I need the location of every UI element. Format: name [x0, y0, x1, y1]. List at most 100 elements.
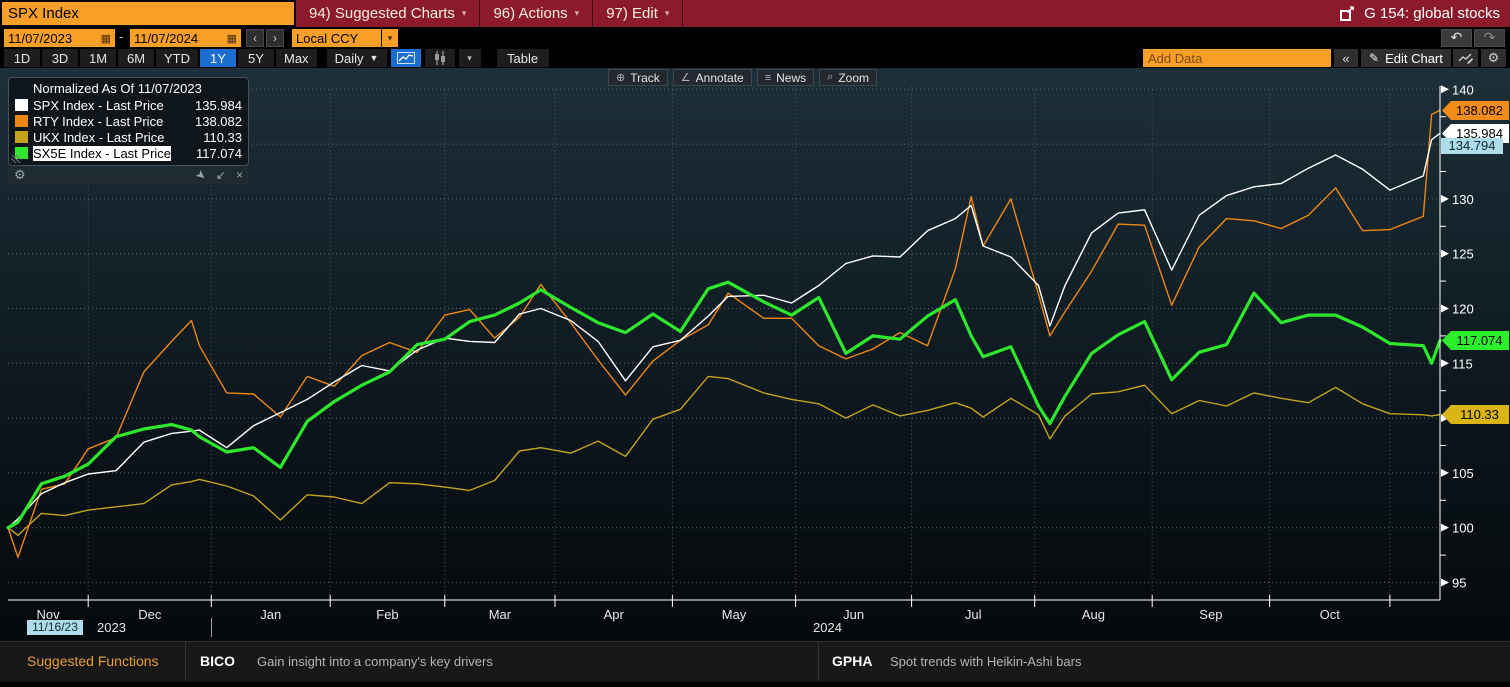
news-icon: ≡ [765, 72, 771, 84]
chart-type-dropdown-button[interactable]: ▾ [459, 49, 481, 67]
footer-function-desc[interactable]: Spot trends with Heikin-Ashi bars [890, 642, 1081, 681]
x-month-label: Mar [489, 607, 512, 622]
news-button[interactable]: ≡News [757, 69, 814, 86]
calendar-icon[interactable]: ▦ [227, 32, 237, 45]
price-badge-138.082: 138.082 [1442, 101, 1509, 120]
footer-function-code[interactable]: GPHA [832, 642, 872, 681]
y-tick-label: 100 [1452, 521, 1474, 536]
zoom-icon: ⌕ [827, 71, 833, 84]
y-tick-label: 95 [1452, 575, 1466, 590]
legend-minimize-icon[interactable]: ↙ [216, 168, 226, 182]
period-button-5y[interactable]: 5Y [238, 49, 274, 67]
candlestick-icon [433, 51, 447, 65]
price-badge-110.33: 110.33 [1442, 405, 1509, 424]
period-button-1y[interactable]: 1Y [200, 49, 236, 67]
zoom-button[interactable]: ⌕Zoom [819, 69, 877, 86]
y-tick-arrow [1441, 85, 1449, 93]
date-range-bar: 11/07/2023 ▦ - 11/07/2024 ▦ ‹ › Local CC… [0, 27, 1510, 48]
chart-edit-icon [1458, 52, 1473, 64]
prev-period-button[interactable]: ‹ [246, 29, 264, 47]
legend-item-ukx[interactable]: UKX Index - Last Price 110.33 [15, 129, 242, 145]
series-label: SPX Index - Last Price [33, 98, 164, 113]
x-month-label: Jul [965, 607, 982, 622]
series-last-value: 110.33 [203, 130, 242, 145]
legend-gear-icon[interactable]: ⚙ [14, 167, 26, 183]
chart-area: 95100105110115120125130140NovDecJanFebMa… [0, 68, 1510, 641]
x-month-label: Oct [1320, 607, 1341, 622]
legend-title: Normalized As Of 11/07/2023 [15, 81, 242, 97]
period-button-max[interactable]: Max [276, 49, 317, 67]
chart-annotation-settings-button[interactable] [1453, 49, 1478, 67]
legend-close-icon[interactable]: × [236, 168, 243, 182]
year-label-2023: 2023 [97, 620, 126, 635]
track-value-badge: 134.794 [1441, 138, 1503, 154]
date-from-field[interactable]: 11/07/2023 ▦ [4, 29, 115, 47]
chevron-down-icon: ▼ [370, 53, 379, 63]
cursor-date-badge: 11/16/23 [27, 620, 83, 635]
series-line-sx5e [8, 282, 1440, 528]
legend-item-spx[interactable]: SPX Index - Last Price 135.984 [15, 97, 242, 113]
collapse-panel-button[interactable]: « [1334, 49, 1358, 67]
legend-pin-icon[interactable]: ➤ [193, 166, 210, 183]
y-tick-arrow [1441, 195, 1449, 203]
chevron-down-icon: ▾ [467, 53, 472, 64]
period-button-1m[interactable]: 1M [80, 49, 116, 67]
calendar-icon[interactable]: ▦ [101, 32, 111, 45]
currency-select[interactable]: Local CCY [292, 29, 381, 47]
menu--suggested-charts[interactable]: 94) Suggested Charts▾ [296, 0, 480, 27]
menu--actions[interactable]: 96) Actions▾ [480, 0, 593, 27]
table-button[interactable]: Table [497, 49, 549, 67]
redo-button[interactable]: ↷ [1474, 29, 1505, 47]
track-button[interactable]: ⊕Track [608, 69, 668, 86]
y-tick-arrow [1441, 524, 1449, 532]
next-period-button[interactable]: › [266, 29, 284, 47]
series-color-swatch [15, 131, 28, 143]
annotate-button[interactable]: ∠Annotate [673, 69, 752, 86]
chart-options-gear-button[interactable]: ⚙ [1481, 49, 1506, 67]
undo-button[interactable]: ↶ [1441, 29, 1472, 47]
footer-function-code[interactable]: BICO [200, 642, 235, 681]
menu--edit[interactable]: 97) Edit▾ [593, 0, 683, 27]
y-tick-arrow [1441, 578, 1449, 586]
legend-resize-grip[interactable] [11, 155, 21, 163]
candlestick-chart-type-button[interactable] [425, 49, 455, 67]
period-button-ytd[interactable]: YTD [156, 49, 198, 67]
year-label-2024: 2024 [813, 620, 842, 635]
export-icon[interactable]: ↗ [1340, 6, 1355, 21]
y-tick-arrow [1441, 359, 1449, 367]
line-chart-type-button[interactable] [391, 49, 421, 67]
series-last-value: 135.984 [195, 98, 242, 113]
annotate-icon: ∠ [681, 71, 691, 84]
pencil-icon: ✎ [1369, 51, 1379, 65]
legend-panel: Normalized As Of 11/07/2023 SPX Index - … [8, 77, 249, 184]
footer-function-desc[interactable]: Gain insight into a company's key driver… [257, 642, 493, 681]
date-to-field[interactable]: 11/07/2024 ▦ [130, 29, 241, 47]
panel-id-group: ↗ G 154: global stocks [1340, 5, 1510, 22]
add-data-input[interactable] [1143, 49, 1331, 67]
period-button-1d[interactable]: 1D [4, 49, 40, 67]
track-icon: ⊕ [616, 71, 625, 84]
y-tick-label: 130 [1452, 192, 1474, 207]
period-button-3d[interactable]: 3D [42, 49, 78, 67]
panel-id-label: G 154: global stocks [1364, 5, 1500, 22]
ticker-input[interactable] [2, 2, 294, 25]
suggested-functions-bar: Suggested Functions BICO Gain insight in… [0, 641, 1510, 687]
period-buttons: 1D3D1M6MYTD1Y5YMax Daily▼ ▾ Table [4, 49, 549, 67]
legend-item-rty[interactable]: RTY Index - Last Price138.082 [15, 113, 242, 129]
y-tick-arrow [1441, 304, 1449, 312]
x-month-label: Apr [604, 607, 625, 622]
currency-caret-icon[interactable]: ▾ [382, 29, 398, 47]
series-label: RTY Index - Last Price [33, 114, 163, 129]
edit-chart-button[interactable]: ✎ Edit Chart [1361, 49, 1451, 67]
legend-box: Normalized As Of 11/07/2023 SPX Index - … [8, 77, 249, 166]
year-divider-line [211, 618, 212, 637]
footer-bottom-strip [0, 682, 1510, 687]
title-bar: 94) Suggested Charts▾96) Actions▾97) Edi… [0, 0, 1510, 27]
frequency-select[interactable]: Daily▼ [327, 49, 387, 67]
series-label: UKX Index - Last Price [33, 130, 165, 145]
y-tick-arrow [1441, 469, 1449, 477]
legend-item-sx5e[interactable]: SX5E Index - Last Price117.074 [15, 145, 242, 161]
y-tick-label: 115 [1452, 356, 1473, 371]
y-tick-arrow [1441, 250, 1449, 258]
period-button-6m[interactable]: 6M [118, 49, 154, 67]
